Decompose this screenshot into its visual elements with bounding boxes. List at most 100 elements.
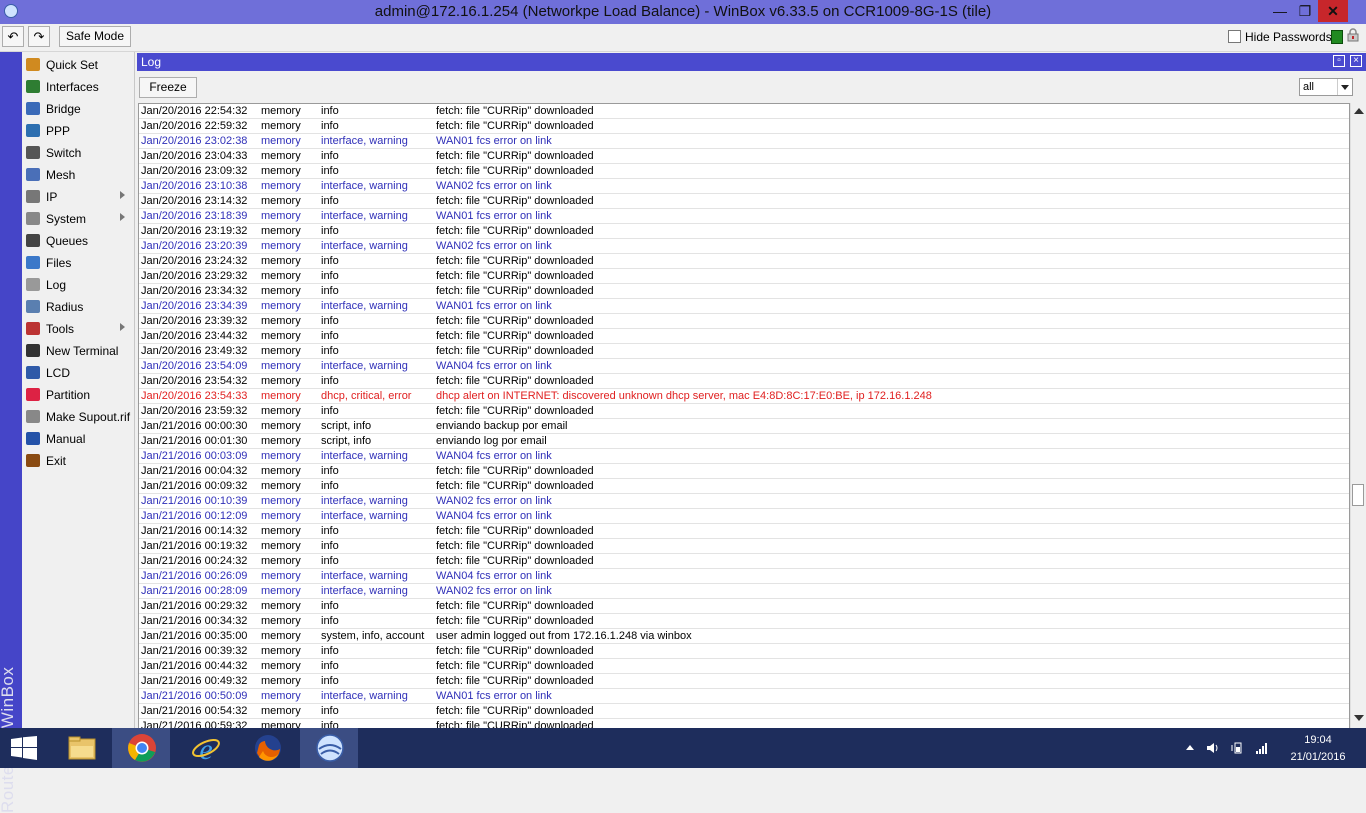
table-row[interactable]: Jan/21/2016 00:10:39 memory interface, war… (139, 494, 1349, 509)
table-row[interactable]: Jan/20/2016 23:54:09 memory interface, war… (139, 359, 1349, 374)
log-buffer: memory (261, 600, 301, 612)
log-table: Jan/20/2016 22:54:32 memory info fetch: fil… (138, 103, 1350, 730)
signal-icon[interactable] (1255, 742, 1269, 754)
log-time: Jan/21/2016 00:14:32 (141, 525, 248, 537)
table-row[interactable]: Jan/21/2016 00:49:32 memory info fetch: fil… (139, 674, 1349, 689)
hide-passwords-checkbox[interactable] (1228, 30, 1241, 43)
log-topics: interface, warning (321, 210, 408, 222)
table-row[interactable]: Jan/20/2016 23:02:38 memory interface, war… (139, 134, 1349, 149)
table-row[interactable]: Jan/21/2016 00:01:30 memory script, info en… (139, 434, 1349, 449)
log-topics: interface, warning (321, 585, 408, 597)
table-row[interactable]: Jan/21/2016 00:50:09 memory interface, war… (139, 689, 1349, 704)
taskbar-file-explorer[interactable] (52, 728, 110, 768)
interfaces-icon (26, 80, 40, 93)
table-row[interactable]: Jan/21/2016 00:54:32 memory info fetch: fil… (139, 704, 1349, 719)
log-window-restore-button[interactable]: ▫ (1333, 55, 1345, 67)
menu-item-system[interactable]: System (22, 208, 134, 230)
table-row[interactable]: Jan/20/2016 23:09:32 memory info fetch: fil… (139, 164, 1349, 179)
tray-chevron-up-icon[interactable] (1185, 744, 1195, 752)
menu-item-exit[interactable]: Exit (22, 450, 134, 472)
menu-item-tools[interactable]: Tools (22, 318, 134, 340)
menu-item-radius[interactable]: Radius (22, 296, 134, 318)
table-row[interactable]: Jan/21/2016 00:14:32 memory info fetch: fil… (139, 524, 1349, 539)
table-row[interactable]: Jan/20/2016 23:34:39 memory interface, war… (139, 299, 1349, 314)
table-row[interactable]: Jan/21/2016 00:34:32 memory info fetch: fil… (139, 614, 1349, 629)
menu-item-partition[interactable]: Partition (22, 384, 134, 406)
log-topics: info (321, 105, 339, 117)
start-button[interactable] (0, 728, 50, 768)
table-row[interactable]: Jan/20/2016 22:59:32 memory info fetch: fil… (139, 119, 1349, 134)
menu-item-make-supout-rif[interactable]: Make Supout.rif (22, 406, 134, 428)
table-row[interactable]: Jan/21/2016 00:09:32 memory info fetch: fil… (139, 479, 1349, 494)
menu-item-label: Queues (46, 234, 89, 248)
table-row[interactable]: Jan/20/2016 23:10:38 memory interface, war… (139, 179, 1349, 194)
menu-item-switch[interactable]: Switch (22, 142, 134, 164)
close-button[interactable]: ✕ (1318, 0, 1348, 22)
undo-button[interactable]: ↶ (2, 26, 24, 47)
table-row[interactable]: Jan/21/2016 00:29:32 memory info fetch: fil… (139, 599, 1349, 614)
menu-item-new-terminal[interactable]: New Terminal (22, 340, 134, 362)
table-row[interactable]: Jan/20/2016 23:34:32 memory info fetch: fil… (139, 284, 1349, 299)
taskbar-internet-explorer[interactable]: e (176, 728, 234, 768)
table-row[interactable]: Jan/20/2016 23:29:32 memory info fetch: fil… (139, 269, 1349, 284)
table-row[interactable]: Jan/21/2016 00:00:30 memory script, info en… (139, 419, 1349, 434)
redo-button[interactable]: ↷ (28, 26, 50, 47)
scroll-down-icon[interactable] (1354, 715, 1364, 721)
menu-item-label: Interfaces (46, 80, 99, 94)
freeze-button[interactable]: Freeze (139, 77, 197, 98)
menu-item-ppp[interactable]: PPP (22, 120, 134, 142)
menu-item-files[interactable]: Files (22, 252, 134, 274)
table-row[interactable]: Jan/21/2016 00:26:09 memory interface, war… (139, 569, 1349, 584)
table-row[interactable]: Jan/20/2016 23:04:33 memory info fetch: fil… (139, 149, 1349, 164)
maximize-button[interactable]: ❐ (1290, 0, 1320, 22)
taskbar-chrome[interactable] (112, 728, 170, 768)
scroll-thumb[interactable] (1352, 484, 1364, 506)
table-row[interactable]: Jan/21/2016 00:12:09 memory interface, war… (139, 509, 1349, 524)
scroll-up-icon[interactable] (1354, 108, 1364, 114)
table-row[interactable]: Jan/20/2016 23:20:39 memory interface, war… (139, 239, 1349, 254)
speaker-icon[interactable] (1206, 742, 1220, 754)
log-topics: info (321, 615, 339, 627)
taskbar-firefox[interactable] (238, 728, 296, 768)
table-row[interactable]: Jan/20/2016 23:19:32 memory info fetch: fil… (139, 224, 1349, 239)
safe-mode-button[interactable]: Safe Mode (59, 26, 131, 47)
log-message: fetch: file "CURRip" downloaded (436, 600, 594, 612)
menu-item-interfaces[interactable]: Interfaces (22, 76, 134, 98)
table-row[interactable]: Jan/21/2016 00:04:32 memory info fetch: fil… (139, 464, 1349, 479)
table-row[interactable]: Jan/21/2016 00:03:09 memory interface, war… (139, 449, 1349, 464)
clock-date[interactable]: 21/01/2016 (1282, 751, 1354, 763)
menu-item-bridge[interactable]: Bridge (22, 98, 134, 120)
table-row[interactable]: Jan/20/2016 23:39:32 memory info fetch: fil… (139, 314, 1349, 329)
table-row[interactable]: Jan/20/2016 23:54:33 memory dhcp, critical… (139, 389, 1349, 404)
table-row[interactable]: Jan/20/2016 23:54:32 memory info fetch: fil… (139, 374, 1349, 389)
menu-item-lcd[interactable]: LCD (22, 362, 134, 384)
table-row[interactable]: Jan/21/2016 00:35:00 memory system, info, … (139, 629, 1349, 644)
log-scrollbar[interactable] (1350, 103, 1366, 728)
table-row[interactable]: Jan/20/2016 23:59:32 memory info fetch: fil… (139, 404, 1349, 419)
taskbar-winbox[interactable] (300, 728, 358, 768)
table-row[interactable]: Jan/20/2016 23:44:32 memory info fetch: fil… (139, 329, 1349, 344)
table-row[interactable]: Jan/20/2016 22:54:32 memory info fetch: fil… (139, 104, 1349, 119)
table-row[interactable]: Jan/20/2016 23:49:32 memory info fetch: fil… (139, 344, 1349, 359)
menu-item-manual[interactable]: Manual (22, 428, 134, 450)
menu-item-quick-set[interactable]: Quick Set (22, 54, 134, 76)
menu-item-queues[interactable]: Queues (22, 230, 134, 252)
table-row[interactable]: Jan/20/2016 23:24:32 memory info fetch: fil… (139, 254, 1349, 269)
table-row[interactable]: Jan/21/2016 00:44:32 memory info fetch: fil… (139, 659, 1349, 674)
table-row[interactable]: Jan/20/2016 23:14:32 memory info fetch: fil… (139, 194, 1349, 209)
menu-item-ip[interactable]: IP (22, 186, 134, 208)
log-message: user admin logged out from 172.16.1.248 … (436, 630, 692, 642)
clock-time[interactable]: 19:04 (1288, 734, 1348, 746)
table-row[interactable]: Jan/20/2016 23:18:39 memory interface, war… (139, 209, 1349, 224)
table-row[interactable]: Jan/21/2016 00:19:32 memory info fetch: fil… (139, 539, 1349, 554)
log-window-titlebar[interactable]: Log ▫ × (137, 53, 1366, 71)
table-row[interactable]: Jan/21/2016 00:28:09 memory interface, war… (139, 584, 1349, 599)
menu-item-log[interactable]: Log (22, 274, 134, 296)
log-filter-select[interactable]: all (1299, 78, 1353, 96)
chevron-down-icon[interactable] (1337, 79, 1352, 95)
table-row[interactable]: Jan/21/2016 00:24:32 memory info fetch: fil… (139, 554, 1349, 569)
log-window-close-button[interactable]: × (1350, 55, 1362, 67)
battery-icon[interactable] (1231, 742, 1245, 754)
table-row[interactable]: Jan/21/2016 00:39:32 memory info fetch: fil… (139, 644, 1349, 659)
menu-item-mesh[interactable]: Mesh (22, 164, 134, 186)
